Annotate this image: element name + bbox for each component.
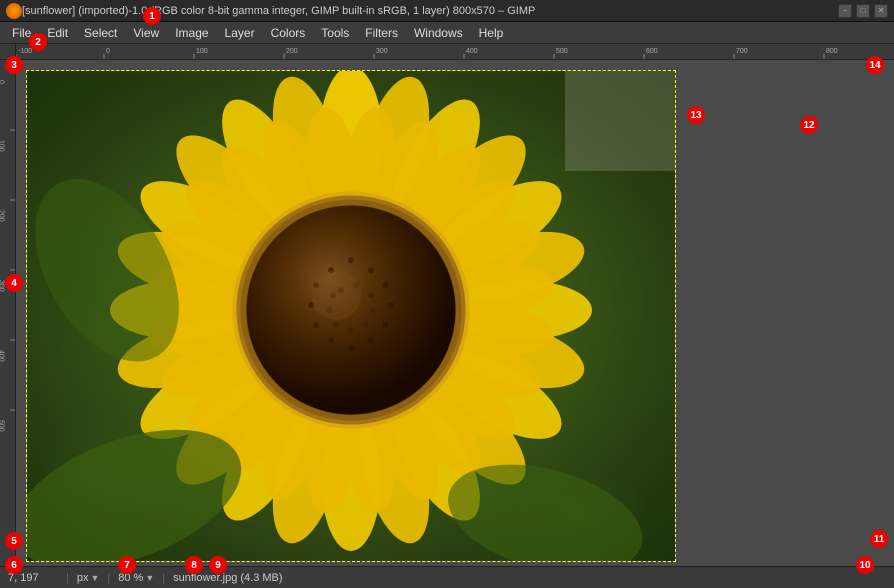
canvas-area xyxy=(16,60,894,566)
minimize-button[interactable]: − xyxy=(838,4,852,18)
svg-text:400: 400 xyxy=(0,350,5,362)
image-canvas[interactable] xyxy=(26,70,676,562)
file-info: sunflower.jpg (4.3 MB) xyxy=(173,572,282,584)
unit-selector: px ▼ xyxy=(77,572,100,584)
svg-text:-100: -100 xyxy=(18,48,32,55)
ruler-vertical: 0 100 200 300 400 500 xyxy=(0,60,16,566)
svg-text:500: 500 xyxy=(556,48,568,55)
sunflower-svg xyxy=(27,71,675,561)
menu-edit[interactable]: Edit xyxy=(39,22,76,44)
svg-text:300: 300 xyxy=(376,48,388,55)
menu-windows[interactable]: Windows xyxy=(406,22,471,44)
menu-help[interactable]: Help xyxy=(471,22,512,44)
svg-text:200: 200 xyxy=(286,48,298,55)
ruler-horizontal: -100 0 100 200 300 400 500 600 700 800 xyxy=(16,44,894,60)
zoom-selector: 80 % ▼ xyxy=(118,572,154,584)
menu-view[interactable]: View xyxy=(125,22,167,44)
menu-image[interactable]: Image xyxy=(167,22,216,44)
close-button[interactable]: ✕ xyxy=(874,4,888,18)
sunflower-image xyxy=(26,70,676,562)
app-icon xyxy=(6,3,22,19)
svg-text:400: 400 xyxy=(466,48,478,55)
menu-layer[interactable]: Layer xyxy=(217,22,263,44)
svg-text:200: 200 xyxy=(0,210,5,222)
menu-file[interactable]: File xyxy=(4,22,39,44)
window-controls: − □ ✕ xyxy=(838,4,888,18)
svg-text:600: 600 xyxy=(646,48,658,55)
svg-text:800: 800 xyxy=(826,48,838,55)
maximize-button[interactable]: □ xyxy=(856,4,870,18)
ruler-corner xyxy=(0,44,16,60)
svg-text:0: 0 xyxy=(0,80,5,84)
unit-label: px xyxy=(77,572,89,584)
svg-text:100: 100 xyxy=(196,48,208,55)
menu-filters[interactable]: Filters xyxy=(357,22,406,44)
svg-text:700: 700 xyxy=(736,48,748,55)
title-bar: [sunflower] (imported)-1.0 (RGB color 8-… xyxy=(0,0,894,22)
zoom-dropdown-arrow[interactable]: ▼ xyxy=(145,573,154,583)
unit-dropdown-arrow[interactable]: ▼ xyxy=(90,573,99,583)
cursor-coordinates: 7, 197 xyxy=(8,572,58,584)
status-bar: 7, 197 | px ▼ | 80 % ▼ | sunflower.jpg (… xyxy=(0,566,894,588)
menu-tools[interactable]: Tools xyxy=(313,22,357,44)
window-title: [sunflower] (imported)-1.0 (RGB color 8-… xyxy=(22,5,830,17)
menu-select[interactable]: Select xyxy=(76,22,125,44)
svg-text:100: 100 xyxy=(0,140,5,152)
menu-colors[interactable]: Colors xyxy=(263,22,314,44)
svg-text:500: 500 xyxy=(0,420,5,432)
svg-text:0: 0 xyxy=(106,48,110,55)
menu-bar: File Edit Select View Image Layer Colors… xyxy=(0,22,894,44)
svg-text:300: 300 xyxy=(0,280,5,292)
zoom-label: 80 % xyxy=(118,572,143,584)
